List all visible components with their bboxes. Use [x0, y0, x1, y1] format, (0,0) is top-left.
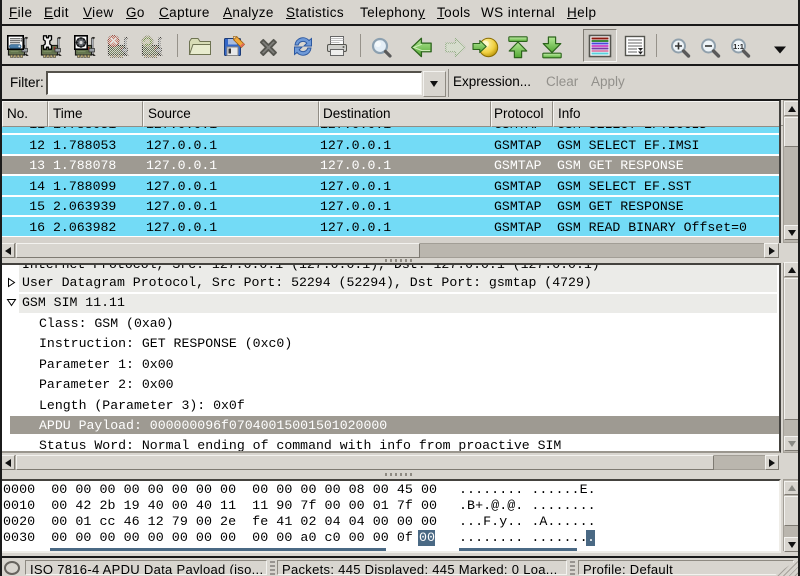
svg-text:1:1: 1:1	[733, 42, 744, 51]
